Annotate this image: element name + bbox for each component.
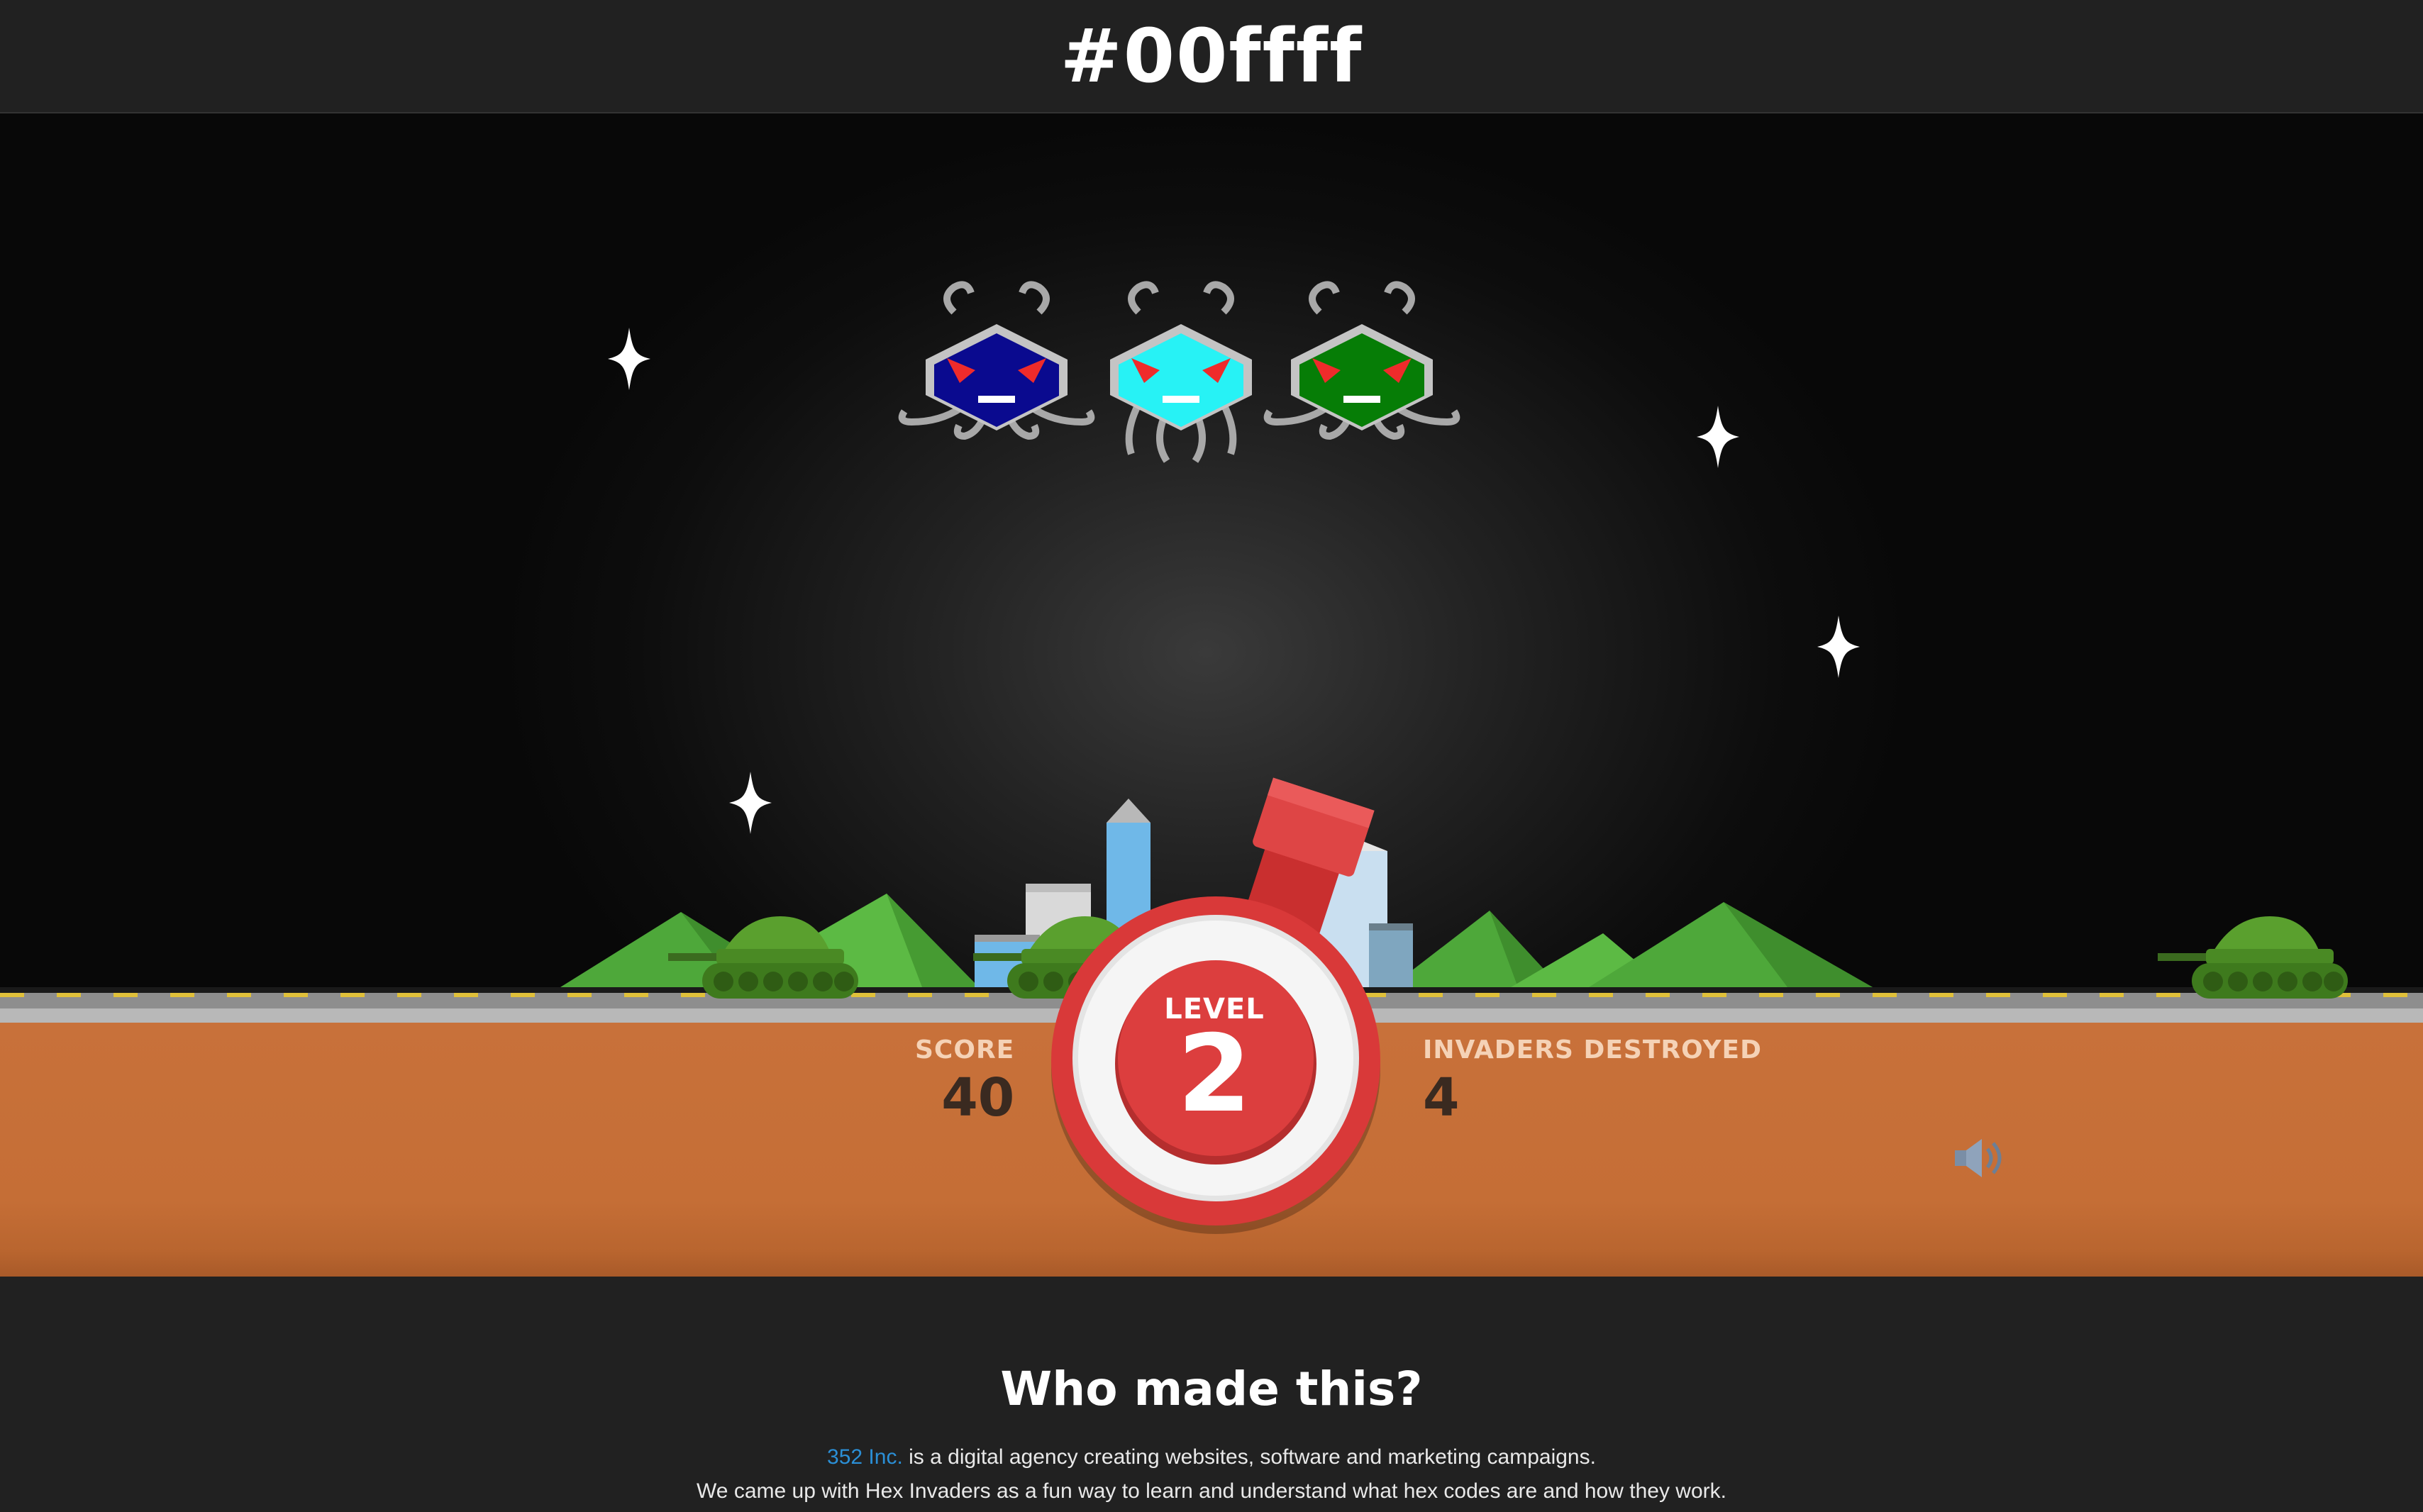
invader-3[interactable] <box>1263 281 1460 440</box>
score-value: 40 <box>941 1067 1015 1128</box>
star-sparkle <box>1817 616 1860 678</box>
star-sparkle <box>729 772 772 834</box>
invader-1[interactable] <box>898 281 1095 440</box>
company-link[interactable]: 352 Inc. <box>827 1445 903 1469</box>
sound-toggle-button[interactable] <box>1952 1133 2009 1183</box>
footer: Who made this? 352 Inc. is a digital age… <box>0 1277 2423 1512</box>
invaders-destroyed-value: 4 <box>1423 1067 1460 1128</box>
footer-description: 352 Inc. is a digital agency creating we… <box>0 1445 2423 1469</box>
target-hex-code: #00ffff <box>1060 13 1363 99</box>
page: #00ffff LEVEL 2 SCORE 40 INVADERS DESTRO… <box>0 0 2423 1512</box>
speaker-icon <box>1955 1139 2002 1177</box>
invaders-destroyed-stat: INVADERS DESTROYED 4 <box>1423 1035 1762 1128</box>
game-stage: LEVEL 2 SCORE 40 INVADERS DESTROYED 4 <box>0 113 2423 1277</box>
star-sparkle <box>608 328 650 390</box>
star-sparkle <box>1697 406 1739 468</box>
header-bar: #00ffff <box>0 0 2423 113</box>
level-number: 2 <box>1177 1013 1252 1136</box>
score-stat: SCORE 40 <box>915 1035 1014 1128</box>
footer-title: Who made this? <box>1000 1362 1423 1416</box>
player-tank[interactable] <box>2158 916 2348 999</box>
invaders-destroyed-label: INVADERS DESTROYED <box>1423 1035 1763 1064</box>
footer-explanation: We came up with Hex Invaders as a fun wa… <box>697 1479 1726 1503</box>
score-label: SCORE <box>915 1035 1015 1064</box>
footer-description-text: is a digital agency creating websites, s… <box>902 1445 1596 1469</box>
invader-2[interactable] <box>1110 281 1252 463</box>
